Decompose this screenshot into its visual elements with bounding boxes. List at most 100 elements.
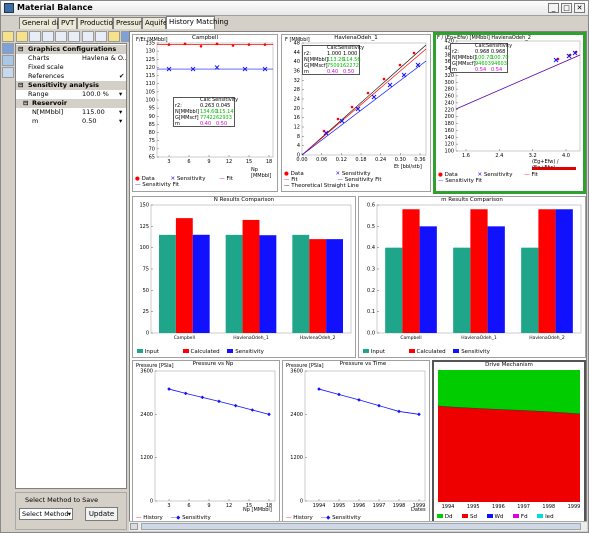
pressure-point bbox=[417, 412, 421, 417]
sensitivity-section[interactable]: ⊟ Sensitivity analysis bbox=[16, 81, 126, 90]
pressure-point bbox=[317, 387, 321, 391]
x-tick-label: 0.12 bbox=[336, 157, 347, 163]
y-tick-label: 100 bbox=[145, 98, 155, 104]
maximize-button[interactable]: □ bbox=[561, 3, 572, 13]
update-button[interactable]: Update bbox=[85, 507, 118, 521]
havlena-odeh-1-chart[interactable]: HavlenaOdeh_1 F [MMbbl] 48 44 40 36 32 28 24 20… bbox=[281, 34, 431, 192]
data-point bbox=[336, 117, 340, 121]
y-tick-label: 28 bbox=[294, 87, 300, 93]
data-point bbox=[183, 42, 187, 46]
window-icon[interactable] bbox=[2, 55, 14, 66]
bar-input bbox=[159, 234, 176, 333]
drive-mechanism-chart[interactable]: Drive Mechanism 1994 1995 1996 1997 1998 1999… bbox=[432, 360, 586, 524]
references-row[interactable]: References ✔ bbox=[16, 72, 126, 81]
scroll-thumb[interactable] bbox=[141, 523, 581, 530]
pressure-time-xlabel: Dates bbox=[411, 507, 426, 513]
range-row[interactable]: Range 100.0 % ▾ bbox=[16, 90, 126, 99]
havlena-odeh-2-chart[interactable]: F / (Eo+Efw) [MMbbl] HavlenaOdeh_2 42040… bbox=[433, 32, 586, 194]
y-tick-label: 16 bbox=[294, 115, 300, 121]
chart-icon[interactable] bbox=[2, 67, 14, 78]
y-tick-label: 1200 bbox=[140, 455, 153, 461]
y-tick-label: 20 bbox=[294, 106, 300, 112]
open-folder-icon[interactable] bbox=[2, 31, 14, 42]
range-dropdown-icon[interactable]: ▾ bbox=[119, 90, 122, 99]
pressure-time-plot: 36002400120001994 1995 1996 1997 1998 1999 bbox=[290, 369, 425, 510]
method-dropdown-icon[interactable]: ▾ bbox=[68, 509, 71, 519]
m-results-chart[interactable]: m Results Comparison 0.6 0.5 0.4 0.3 0.2 0.1 0… bbox=[358, 196, 586, 358]
tab-aquifer[interactable]: Aquifer bbox=[142, 17, 170, 29]
campbell-stats-box: Calc Sensitivity r2: 0.263 0.045 N[MMbbl] 1… bbox=[173, 97, 239, 127]
bar-sensitivity bbox=[326, 239, 343, 333]
y-tick-label: 115 bbox=[145, 73, 155, 79]
minimize-button[interactable]: _ bbox=[548, 3, 559, 13]
sort-ascending-icon[interactable] bbox=[29, 31, 41, 42]
charts-row[interactable]: Charts Havlena & O... bbox=[16, 54, 126, 63]
x-tick-label: 1996 bbox=[353, 503, 366, 509]
references-check-icon[interactable]: ✔ bbox=[119, 72, 124, 81]
save-icon[interactable] bbox=[2, 43, 14, 54]
expand-icon[interactable] bbox=[55, 31, 67, 42]
x-tick-label: 3 bbox=[167, 159, 170, 165]
y-tick-label: 48 bbox=[294, 41, 300, 47]
bar-input bbox=[453, 247, 471, 333]
n-dropdown-icon[interactable]: ▾ bbox=[119, 108, 122, 117]
x-tick-label: 12 bbox=[226, 503, 232, 509]
tab-general-data[interactable]: General data bbox=[19, 17, 68, 29]
sensitivity-point bbox=[387, 82, 393, 88]
tab-history-matching[interactable]: History Matching bbox=[166, 16, 228, 29]
tab-production[interactable]: Production bbox=[77, 17, 117, 29]
tab-pvt[interactable]: PVT bbox=[58, 17, 77, 29]
y-tick-label: 75 bbox=[149, 138, 155, 144]
scroll-left-arrow-icon[interactable] bbox=[130, 523, 138, 530]
y-tick-label: 65 bbox=[149, 155, 155, 161]
pressure-vs-time-chart[interactable]: Pressure vs Time Pressure [PSIa] 3600 240… bbox=[282, 360, 430, 524]
collapse-icon[interactable] bbox=[68, 31, 80, 42]
fixed-scale-row[interactable]: Fixed scale bbox=[16, 63, 126, 72]
copy-icon[interactable] bbox=[95, 31, 107, 42]
campbell-chart[interactable]: Campbell F/Et [MMbbl] 135 130 125 120 115 110… bbox=[132, 34, 278, 192]
sort-descending-icon[interactable] bbox=[42, 31, 54, 42]
data-point bbox=[263, 43, 267, 46]
x-tick-label: 9 bbox=[207, 503, 210, 509]
sensitivity-point bbox=[401, 72, 407, 78]
n-results-plot: 150 125 100 75 50 25 0 Campbell HavlenaOdeh_1 Hav… bbox=[139, 203, 352, 341]
n-results-legend: Input Calculated Sensitivity bbox=[137, 349, 264, 355]
m-row[interactable]: m 0.50 ▾ bbox=[16, 117, 126, 126]
data-point bbox=[350, 105, 354, 109]
n-results-chart[interactable]: N Results Comparison 150 125 100 75 50 25 0 Cam… bbox=[132, 196, 356, 358]
data-point bbox=[382, 77, 386, 81]
properties-icon[interactable] bbox=[82, 31, 94, 42]
horizontal-scrollbar[interactable] bbox=[129, 521, 587, 531]
y-tick-label: 85 bbox=[149, 122, 155, 128]
y-tick-label: 100 bbox=[139, 245, 149, 251]
charts-area: Campbell F/Et [MMbbl] 135 130 125 120 115 110… bbox=[129, 31, 587, 531]
x-tick-label: 1998 bbox=[393, 503, 406, 509]
y-tick-label: 180 bbox=[444, 121, 454, 127]
y-tick-label: 0.6 bbox=[367, 203, 375, 209]
method-select[interactable]: Select Method ▾ bbox=[19, 508, 73, 520]
drive-legend: Dd Sd Wd Fd Ied bbox=[437, 514, 554, 520]
y-tick-label: 70 bbox=[149, 146, 155, 152]
x-tick-label: 0.36 bbox=[414, 157, 425, 163]
reservoir-section[interactable]: ⊟ Reservoir bbox=[16, 99, 126, 108]
y-tick-label: 8 bbox=[297, 134, 300, 140]
m-dropdown-icon[interactable]: ▾ bbox=[119, 117, 122, 126]
category-label: HavlenaOdeh_1 bbox=[461, 335, 497, 341]
data-point bbox=[215, 42, 219, 46]
tab-pressure[interactable]: Pressure bbox=[113, 17, 146, 29]
y-tick-label: 140 bbox=[444, 135, 454, 141]
bar-input bbox=[225, 234, 243, 333]
folder-icon[interactable] bbox=[108, 31, 120, 42]
y-tick-label: 4 bbox=[297, 143, 300, 149]
x-tick-label: 12 bbox=[226, 159, 232, 165]
y-tick-label: 280 bbox=[444, 87, 454, 93]
n-row[interactable]: N[MMbbl] 115.00 ▾ bbox=[16, 108, 126, 117]
y-tick-label: 260 bbox=[444, 94, 454, 100]
close-button[interactable]: ✕ bbox=[574, 3, 585, 13]
pressure-np-plot: 36002400120003 6 9 12 15 18 bbox=[140, 369, 276, 509]
pressure-point bbox=[250, 408, 255, 412]
graphics-section[interactable]: ⊟ Graphics Configurations bbox=[16, 45, 126, 54]
pressure-point bbox=[357, 398, 361, 402]
pressure-vs-np-chart[interactable]: Pressure vs Np Pressure [PSIa] 3600 2400 1… bbox=[132, 360, 280, 524]
open-icon[interactable] bbox=[16, 31, 28, 42]
